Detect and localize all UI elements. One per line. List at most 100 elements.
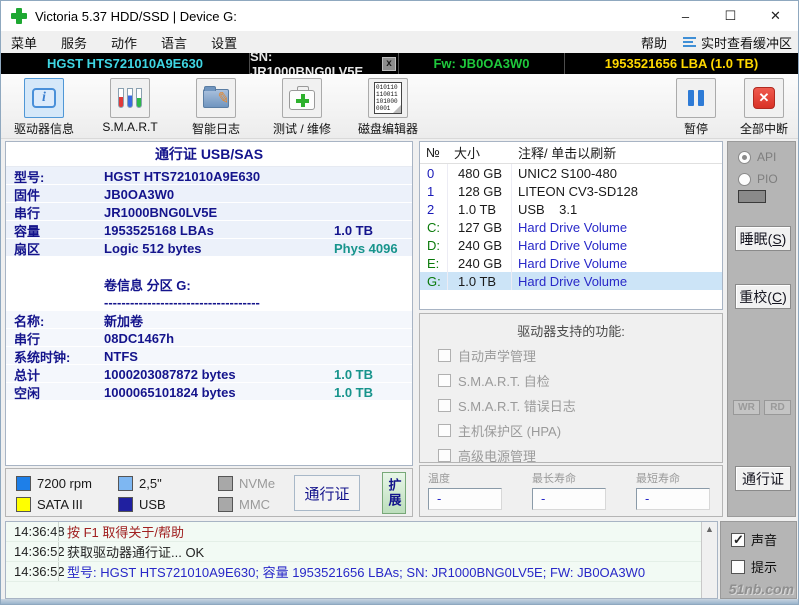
field-value: Logic 512 bytes bbox=[104, 241, 334, 256]
menu-service[interactable]: 服务 bbox=[49, 33, 99, 52]
abort-all-button[interactable]: ✕ 全部中断 bbox=[730, 74, 798, 138]
table-row-volume-g-selected[interactable]: G:1.0 TBHard Drive Volume bbox=[420, 272, 722, 290]
watermark: 51nb.com bbox=[729, 581, 794, 597]
activity-indicator bbox=[738, 190, 766, 203]
menu-main[interactable]: 菜单 bbox=[1, 33, 49, 52]
field-label: 容量 bbox=[6, 221, 104, 240]
maximize-button[interactable]: ☐ bbox=[708, 1, 753, 31]
buffer-view-button[interactable]: 实时查看缓冲区 bbox=[681, 33, 798, 52]
first-aid-icon bbox=[289, 90, 315, 110]
device-lba: 1953521656 LBA (1.0 TB) bbox=[565, 53, 798, 74]
device-info-bar: HGST HTS721010A9E630 SN: JR1000BNG0LV5E … bbox=[1, 53, 798, 74]
stat-temperature: 温度 - bbox=[428, 470, 502, 516]
smart-button[interactable]: S.M.A.R.T bbox=[87, 74, 173, 138]
checkbox-unchecked[interactable] bbox=[438, 424, 451, 437]
field-value: JB0OA3W0 bbox=[104, 187, 334, 202]
field-extra: 1.0 TB bbox=[334, 367, 412, 382]
field-label: 串行 bbox=[6, 329, 104, 348]
field-value: 1953525168 LBAs bbox=[104, 223, 334, 238]
buffer-view-label: 实时查看缓冲区 bbox=[701, 33, 792, 52]
table-row-volume-e[interactable]: E:240 GBHard Drive Volume bbox=[420, 254, 722, 272]
device-firmware: Fw: JB0OA3W0 bbox=[399, 53, 564, 74]
rd-button[interactable]: RD bbox=[764, 400, 791, 415]
table-row-volume-d[interactable]: D:240 GBHard Drive Volume bbox=[420, 236, 722, 254]
right-sidebar: API PIO 睡眠(S) 重校(C) WR RD 通行证 bbox=[727, 141, 796, 517]
menu-help[interactable]: 帮助 bbox=[627, 33, 681, 52]
pio-radio-row: PIO bbox=[738, 172, 795, 186]
pause-icon bbox=[688, 90, 704, 106]
feature-aam: 自动声学管理 bbox=[438, 346, 722, 365]
sound-option: 声音 bbox=[731, 530, 796, 549]
table-header[interactable]: №大小注释/ 单击以刷新 bbox=[420, 142, 722, 164]
scroll-up-arrow[interactable]: ▲ bbox=[702, 522, 717, 537]
sidebar-passport-button[interactable]: 通行证 bbox=[735, 466, 791, 491]
test-tubes-icon bbox=[118, 88, 142, 108]
menu-bar: 菜单 服务 动作 语言 设置 帮助 实时查看缓冲区 bbox=[1, 31, 798, 53]
disk-editor-button[interactable]: 010110 110011 101000 0001 磁盘编辑器 bbox=[345, 74, 431, 138]
menu-language[interactable]: 语言 bbox=[149, 33, 199, 52]
field-extra: Phys 4096 bbox=[334, 241, 412, 256]
legend-nvme: NVMe bbox=[218, 476, 275, 491]
smart-log-button[interactable]: ✎ 智能日志 bbox=[173, 74, 259, 138]
menu-actions[interactable]: 动作 bbox=[99, 33, 149, 52]
pause-button[interactable]: 暂停 bbox=[662, 74, 730, 138]
table-row-drive2[interactable]: 21.0 TBUSB 3.1 bbox=[420, 200, 722, 218]
tips-checkbox-unchecked[interactable] bbox=[731, 560, 745, 574]
field-value: 新加卷 bbox=[104, 311, 334, 330]
features-title: 驱动器支持的功能: bbox=[420, 321, 722, 340]
pio-radio[interactable] bbox=[738, 173, 751, 186]
log-scrollbar[interactable]: ▲ bbox=[701, 522, 717, 598]
temperature-field[interactable]: - bbox=[428, 488, 502, 510]
field-label: 名称: bbox=[6, 311, 104, 330]
log-options-panel: 声音 提示 51nb.com bbox=[720, 521, 797, 599]
drive-info-button[interactable]: i 驱动器信息 bbox=[1, 74, 87, 138]
sleep-button[interactable]: 睡眠(S) bbox=[735, 226, 791, 251]
legend-25inch: 2,5" bbox=[118, 476, 162, 491]
test-repair-button[interactable]: 测试 / 维修 bbox=[259, 74, 345, 138]
table-row-drive1[interactable]: 1128 GBLITEON CV3-SD128 bbox=[420, 182, 722, 200]
title-bar: Victoria 5.37 HDD/SSD | Device G: – ☐ ✕ bbox=[1, 1, 798, 31]
checkbox-unchecked[interactable] bbox=[438, 374, 451, 387]
feature-apm: 高级电源管理 bbox=[438, 446, 722, 465]
table-row-volume-c[interactable]: C:127 GBHard Drive Volume bbox=[420, 218, 722, 236]
checkbox-unchecked[interactable] bbox=[438, 399, 451, 412]
field-value: 1000203087872 bytes bbox=[104, 367, 334, 382]
field-label: 型号: bbox=[6, 167, 104, 186]
wr-button[interactable]: WR bbox=[733, 400, 760, 415]
info-bubble-icon: i bbox=[32, 88, 56, 108]
feature-smart-selftest: S.M.A.R.T. 自检 bbox=[438, 371, 722, 390]
separator-dashes: ------------------------------------ bbox=[104, 295, 334, 310]
passport-panel: 通行证 USB/SAS 型号:HGST HTS721010A9E630 固件JB… bbox=[5, 141, 413, 466]
gray-chip bbox=[218, 497, 233, 512]
supported-features-panel: 驱动器支持的功能: 自动声学管理 S.M.A.R.T. 自检 S.M.A.R.T… bbox=[419, 313, 723, 463]
legend-sata3: SATA III bbox=[16, 497, 83, 512]
sound-checkbox-checked[interactable] bbox=[731, 533, 745, 547]
minimize-button[interactable]: – bbox=[663, 1, 708, 31]
checkbox-unchecked[interactable] bbox=[438, 449, 451, 462]
api-radio[interactable] bbox=[738, 151, 751, 164]
gray-chip bbox=[218, 476, 233, 491]
red-x-icon: ✕ bbox=[753, 87, 775, 109]
log-panel: 14:36:48按 F1 取得关于/帮助 14:36:52获取驱动器通行证...… bbox=[5, 521, 718, 599]
toolbar: i 驱动器信息 S.M.A.R.T ✎ 智能日志 测试 / 维修 010110 … bbox=[1, 74, 798, 139]
device-serial: SN: JR1000BNG0LV5E bbox=[250, 53, 380, 74]
recalibrate-button[interactable]: 重校(C) bbox=[735, 284, 791, 309]
device-close-button[interactable]: x bbox=[382, 57, 396, 71]
passport-button[interactable]: 通行证 bbox=[294, 475, 360, 511]
expand-button[interactable]: 扩展 bbox=[382, 472, 406, 514]
table-row-drive0[interactable]: 0480 GBUNIC2 S100-480 bbox=[420, 164, 722, 182]
stat-max-life: 最长寿命 - bbox=[532, 470, 606, 516]
device-model: HGST HTS721010A9E630 bbox=[1, 53, 249, 74]
min-life-field[interactable]: - bbox=[636, 488, 710, 510]
legend-mmc: MMC bbox=[218, 497, 270, 512]
field-extra: 1.0 TB bbox=[334, 223, 412, 238]
drive-list-table: №大小注释/ 单击以刷新 0480 GBUNIC2 S100-480 1128 … bbox=[419, 141, 723, 310]
log-entry: 14:36:52型号: HGST HTS721010A9E630; 容量 195… bbox=[6, 562, 717, 582]
checkbox-unchecked[interactable] bbox=[438, 349, 451, 362]
field-label: 扇区 bbox=[6, 239, 104, 258]
menu-settings[interactable]: 设置 bbox=[199, 33, 249, 52]
close-button[interactable]: ✕ bbox=[753, 1, 798, 31]
binary-page-icon: 010110 110011 101000 0001 bbox=[374, 82, 402, 114]
max-life-field[interactable]: - bbox=[532, 488, 606, 510]
volume-section-title: 卷信息 分区 G: bbox=[104, 275, 334, 294]
